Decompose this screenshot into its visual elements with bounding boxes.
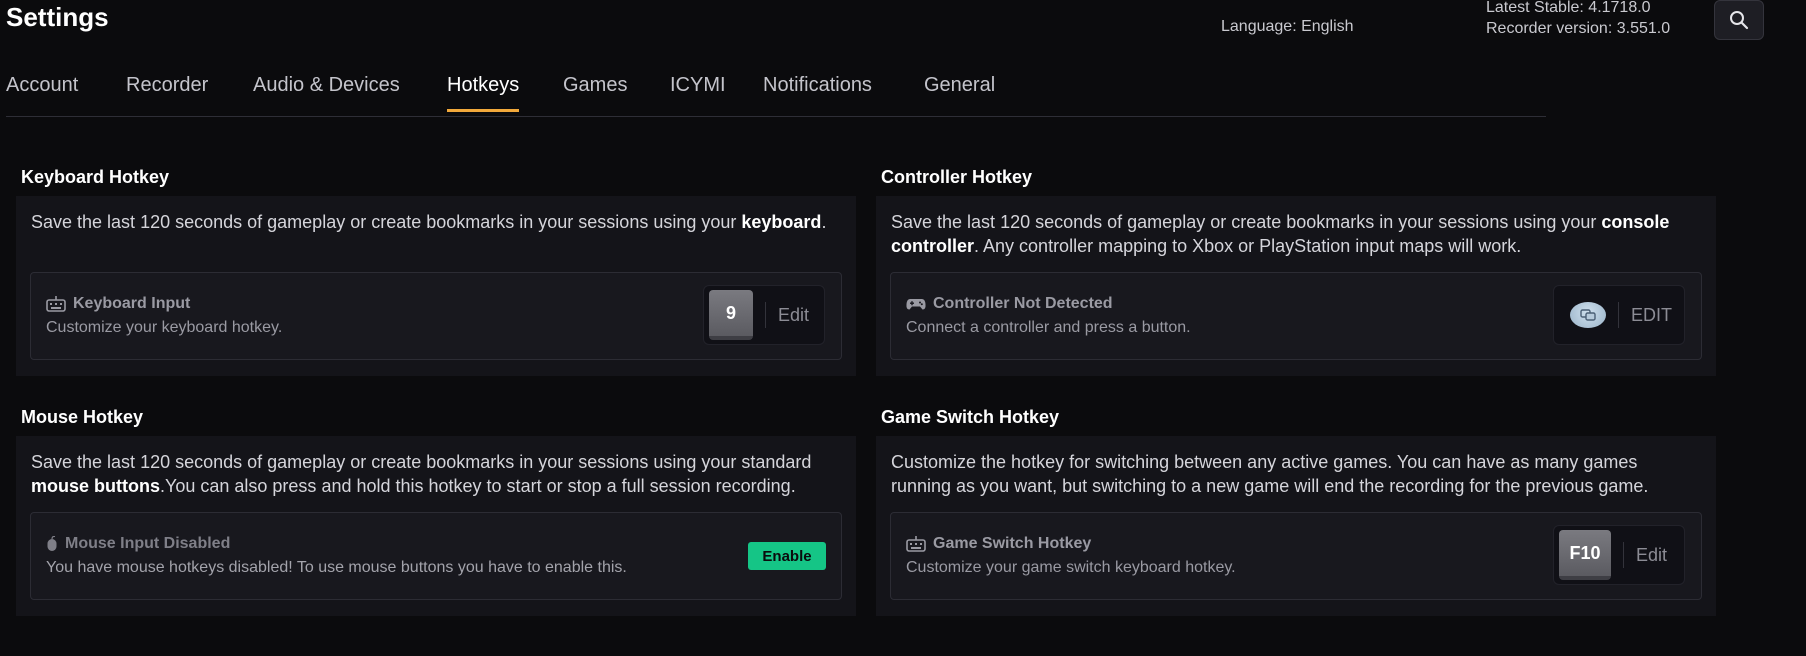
controller-input-subtitle: Connect a controller and press a button. bbox=[906, 319, 1191, 336]
game-switch-heading: Game Switch Hotkey bbox=[906, 535, 1091, 553]
controller-hotkey-title: Controller Hotkey bbox=[881, 167, 1033, 187]
tab-hotkeys[interactable]: Hotkeys bbox=[447, 74, 520, 112]
game-switch-card-subtitle: Customize your game switch keyboard hotk… bbox=[906, 559, 1236, 576]
keyboard-hotkey-control[interactable]: 9 Edit bbox=[703, 285, 825, 345]
enable-mouse-hotkey-button[interactable]: Enable bbox=[748, 542, 826, 570]
controller-hotkey-panel: Save the last 120 seconds of gameplay or… bbox=[876, 196, 1716, 376]
keyboard-input-card: Keyboard Input Customize your keyboard h… bbox=[30, 272, 842, 360]
keyboard-input-heading: Keyboard Input bbox=[46, 295, 190, 313]
divider bbox=[1623, 542, 1624, 568]
controller-input-card: Controller Not Detected Connect a contro… bbox=[890, 272, 1702, 360]
keyboard-hotkey-panel: Save the last 120 seconds of gameplay or… bbox=[16, 196, 856, 376]
controller-button-icon[interactable] bbox=[1570, 302, 1606, 328]
language-label[interactable]: Language: English bbox=[1221, 18, 1354, 36]
recorder-version: Recorder version: 3.551.0 bbox=[1486, 20, 1671, 37]
keyboard-input-title: Keyboard Input bbox=[73, 295, 191, 312]
game-switch-hotkey-description: Customize the hotkey for switching betwe… bbox=[891, 452, 1649, 496]
mouse-hotkey-title: Mouse Hotkey bbox=[21, 407, 144, 427]
tab-icymi[interactable]: ICYMI bbox=[670, 74, 726, 112]
controller-input-heading: Controller Not Detected bbox=[906, 295, 1113, 313]
keyboard-icon bbox=[906, 536, 926, 552]
settings-tabs: Account Recorder Audio & Devices Hotkeys… bbox=[6, 62, 1546, 117]
mouse-input-card: Mouse Input Disabled You have mouse hotk… bbox=[30, 512, 842, 600]
keyboard-hotkey-key[interactable]: 9 bbox=[709, 290, 753, 340]
tab-games[interactable]: Games bbox=[563, 74, 627, 112]
keyboard-hotkey-edit-button[interactable]: Edit bbox=[778, 305, 809, 326]
search-icon bbox=[1730, 11, 1749, 30]
mouse-input-title: Mouse Input Disabled bbox=[65, 535, 231, 552]
divider bbox=[765, 302, 766, 328]
controller-input-title: Controller Not Detected bbox=[933, 295, 1113, 312]
mouse-hotkey-description: Save the last 120 seconds of gameplay or… bbox=[31, 452, 812, 496]
game-switch-hotkey-key[interactable]: F10 bbox=[1559, 530, 1611, 580]
controller-hotkey-control[interactable]: EDIT bbox=[1553, 285, 1685, 345]
tab-account[interactable]: Account bbox=[6, 74, 78, 112]
latest-stable-version: Latest Stable: 4.1718.0 bbox=[1486, 0, 1651, 16]
tab-general[interactable]: General bbox=[924, 74, 995, 112]
controller-hotkey-description: Save the last 120 seconds of gameplay or… bbox=[891, 212, 1670, 256]
game-switch-hotkey-edit-button[interactable]: Edit bbox=[1636, 545, 1667, 566]
keyboard-icon bbox=[46, 296, 66, 312]
controller-hotkey-edit-button[interactable]: EDIT bbox=[1631, 305, 1672, 326]
tab-recorder[interactable]: Recorder bbox=[126, 74, 208, 112]
page-title: Settings bbox=[6, 2, 109, 32]
tab-audio-devices[interactable]: Audio & Devices bbox=[253, 74, 400, 112]
game-switch-hotkey-panel: Customize the hotkey for switching betwe… bbox=[876, 436, 1716, 616]
keyboard-hotkey-description: Save the last 120 seconds of gameplay or… bbox=[31, 212, 827, 232]
game-switch-card-title: Game Switch Hotkey bbox=[933, 535, 1092, 552]
mouse-input-heading: Mouse Input Disabled bbox=[46, 535, 230, 553]
tab-notifications[interactable]: Notifications bbox=[763, 74, 872, 112]
game-switch-hotkey-control[interactable]: F10 Edit bbox=[1553, 525, 1685, 585]
search-button[interactable] bbox=[1714, 0, 1764, 40]
settings-page: Settings Language: English Latest Stable… bbox=[0, 0, 1806, 656]
game-switch-hotkey-title: Game Switch Hotkey bbox=[881, 407, 1060, 427]
keyboard-input-subtitle: Customize your keyboard hotkey. bbox=[46, 319, 283, 336]
mouse-icon bbox=[47, 536, 57, 551]
mouse-input-subtitle: You have mouse hotkeys disabled! To use … bbox=[46, 559, 627, 576]
version-info: Latest Stable: 4.1718.0 Recorder version… bbox=[1486, 0, 1670, 39]
keyboard-hotkey-title: Keyboard Hotkey bbox=[21, 167, 170, 187]
gamepad-icon bbox=[906, 299, 926, 310]
divider bbox=[1618, 302, 1619, 328]
mouse-hotkey-panel: Save the last 120 seconds of gameplay or… bbox=[16, 436, 856, 616]
game-switch-card: Game Switch Hotkey Customize your game s… bbox=[890, 512, 1702, 600]
